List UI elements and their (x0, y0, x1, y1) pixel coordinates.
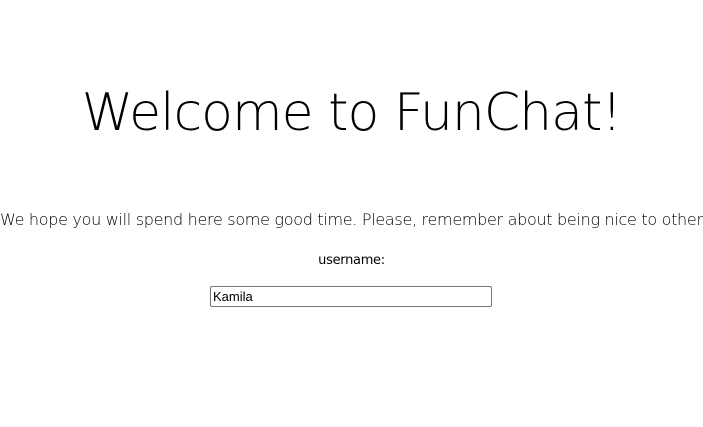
welcome-page: Welcome to FunChat! We hope you will spe… (0, 0, 703, 427)
page-title: Welcome to FunChat! (81, 83, 622, 143)
username-label: username: (318, 253, 385, 268)
login-form: username: (0, 250, 703, 307)
username-input[interactable] (210, 286, 492, 307)
intro-text: We hope you will spend here some good ti… (0, 210, 703, 229)
